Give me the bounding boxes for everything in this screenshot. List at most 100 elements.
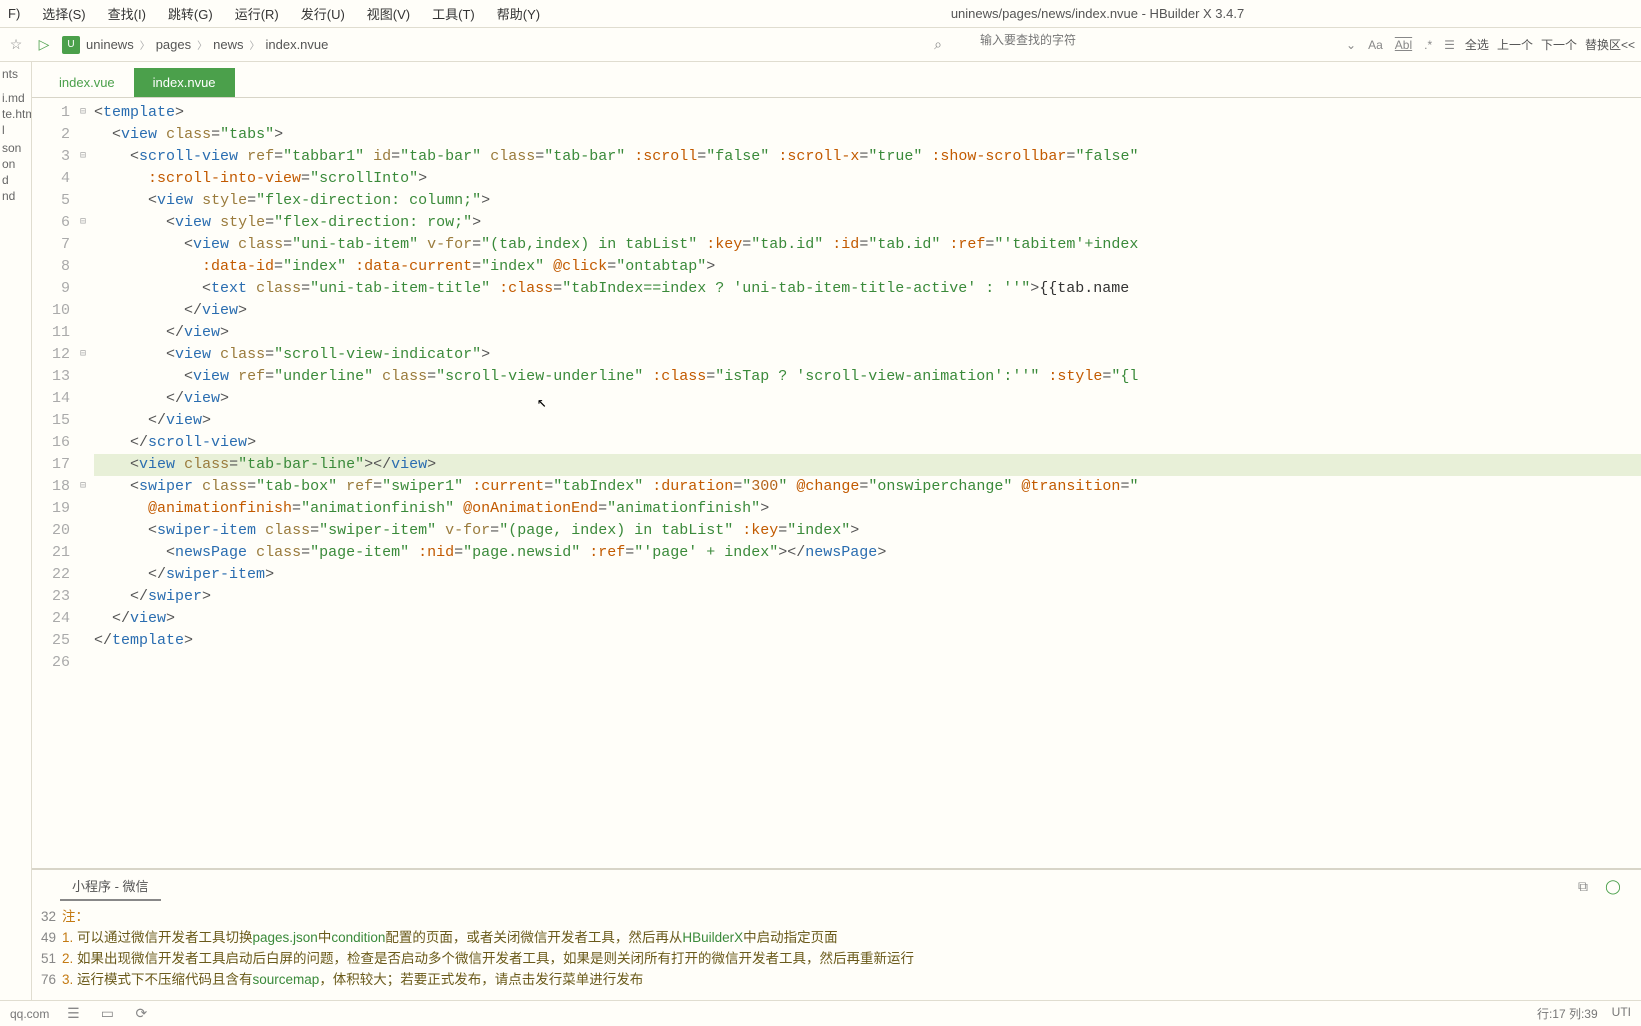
menu-tool[interactable]: 工具(T) bbox=[428, 2, 479, 25]
code-line[interactable]: <scroll-view ref="tabbar1" id="tab-bar" … bbox=[94, 146, 1641, 168]
menu-help[interactable]: 帮助(Y) bbox=[493, 2, 544, 25]
code-line[interactable]: <view class="tabs"> bbox=[94, 124, 1641, 146]
code-line[interactable]: <view style="flex-direction: column;"> bbox=[94, 190, 1641, 212]
fold-toggle[interactable]: ⊟ bbox=[76, 102, 90, 124]
crumb-1[interactable]: pages bbox=[156, 37, 191, 52]
file-explorer[interactable]: nts i.mdte.htmll sonondnd bbox=[0, 62, 32, 1000]
window-title: uninews/pages/news/index.nvue - HBuilder… bbox=[558, 6, 1637, 21]
search-input[interactable] bbox=[980, 33, 1328, 47]
editor-tab[interactable]: index.vue bbox=[40, 68, 134, 97]
crumb-3[interactable]: index.nvue bbox=[265, 37, 328, 52]
console-tab-wechat[interactable]: 小程序 - 微信 bbox=[60, 872, 161, 901]
fold-toggle[interactable]: ⊟ bbox=[76, 146, 90, 168]
code-line[interactable]: <text class="uni-tab-item-title" :class=… bbox=[94, 278, 1641, 300]
breadcrumb: U uninews 〉 pages 〉 news 〉 index.nvue bbox=[62, 36, 328, 54]
toolbar: ☆ ▷ U uninews 〉 pages 〉 news 〉 index.nvu… bbox=[0, 28, 1641, 62]
chevron-down-icon[interactable]: ⌄ bbox=[1344, 38, 1358, 52]
fold-toggle bbox=[76, 520, 90, 542]
code-line[interactable]: <template> bbox=[94, 102, 1641, 124]
code-line[interactable]: <swiper class="tab-box" ref="swiper1" :c… bbox=[94, 476, 1641, 498]
console-line: 32注： bbox=[32, 906, 1631, 927]
play-icon[interactable]: ▷ bbox=[34, 35, 54, 55]
whole-word-toggle[interactable]: Abl bbox=[1393, 38, 1414, 52]
fold-toggle bbox=[76, 432, 90, 454]
menu-publish[interactable]: 发行(U) bbox=[297, 2, 349, 25]
star-icon[interactable]: ☆ bbox=[6, 35, 26, 55]
code-line[interactable]: </swiper-item> bbox=[94, 564, 1641, 586]
fold-toggle bbox=[76, 300, 90, 322]
file-item[interactable]: nd bbox=[2, 188, 29, 204]
chevron-right-icon: 〉 bbox=[197, 37, 207, 52]
copy-icon[interactable]: ⧉ bbox=[1573, 876, 1593, 896]
code-line[interactable]: </view> bbox=[94, 410, 1641, 432]
code-line[interactable]: :scroll-into-view="scrollInto"> bbox=[94, 168, 1641, 190]
crumb-2[interactable]: news bbox=[213, 37, 243, 52]
file-item[interactable]: l bbox=[2, 122, 29, 138]
list-icon[interactable]: ☰ bbox=[1442, 38, 1457, 52]
project-icon: U bbox=[62, 36, 80, 54]
console-output[interactable]: 32注：491. 可以通过微信开发者工具切换pages.json中conditi… bbox=[32, 902, 1641, 1000]
code-line[interactable]: <newsPage class="page-item" :nid="page.n… bbox=[94, 542, 1641, 564]
fold-toggle bbox=[76, 322, 90, 344]
menu-find[interactable]: 查找(I) bbox=[104, 2, 150, 25]
fold-toggle bbox=[76, 190, 90, 212]
code-line[interactable]: </view> bbox=[94, 388, 1641, 410]
menu-view[interactable]: 视图(V) bbox=[363, 2, 414, 25]
next-button[interactable]: 下一个 bbox=[1541, 36, 1577, 53]
fold-toggle bbox=[76, 542, 90, 564]
file-item[interactable]: nts bbox=[2, 66, 29, 82]
menu-select[interactable]: 选择(S) bbox=[38, 2, 89, 25]
file-item[interactable]: on bbox=[2, 156, 29, 172]
code-line[interactable]: </swiper> bbox=[94, 586, 1641, 608]
status-bar: qq.com ☰ ▭ ⟳ 行:17 列:39 UTI bbox=[0, 1000, 1641, 1026]
regex-toggle[interactable]: .* bbox=[1422, 38, 1434, 52]
prev-button[interactable]: 上一个 bbox=[1497, 36, 1533, 53]
fold-toggle bbox=[76, 498, 90, 520]
fold-toggle bbox=[76, 630, 90, 652]
fold-toggle[interactable]: ⊟ bbox=[76, 344, 90, 366]
menu-file[interactable]: F) bbox=[4, 4, 24, 23]
code-line[interactable]: </template> bbox=[94, 630, 1641, 652]
fold-toggle bbox=[76, 256, 90, 278]
code-line[interactable]: <swiper-item class="swiper-item" v-for="… bbox=[94, 520, 1641, 542]
code-line[interactable]: @animationfinish="animationfinish" @onAn… bbox=[94, 498, 1641, 520]
code-content[interactable]: <template> <view class="tabs"> <scroll-v… bbox=[90, 98, 1641, 868]
console-line: 763. 运行模式下不压缩代码且含有sourcemap，体积较大；若要正式发布，… bbox=[32, 969, 1631, 990]
status-icon-3[interactable]: ⟳ bbox=[131, 1004, 151, 1024]
menu-run[interactable]: 运行(R) bbox=[231, 2, 283, 25]
file-item[interactable]: te.html bbox=[2, 106, 29, 122]
editor-tab[interactable]: index.nvue bbox=[134, 68, 235, 97]
search-input-wrap bbox=[956, 33, 1336, 57]
code-line[interactable] bbox=[94, 652, 1641, 674]
fold-toggle[interactable]: ⊟ bbox=[76, 476, 90, 498]
status-icon-1[interactable]: ☰ bbox=[63, 1004, 83, 1024]
code-line[interactable]: <view style="flex-direction: row;"> bbox=[94, 212, 1641, 234]
file-item[interactable]: d bbox=[2, 172, 29, 188]
code-line[interactable]: <view ref="underline" class="scroll-view… bbox=[94, 366, 1641, 388]
console-line: 512. 如果出现微信开发者工具启动后白屏的问题，检查是否启动多个微信开发者工具… bbox=[32, 948, 1631, 969]
replace-toggle[interactable]: 替换区<< bbox=[1585, 36, 1635, 53]
line-gutter: 1234567891011121314151617181920212223242… bbox=[32, 98, 76, 868]
stop-icon[interactable]: ◯ bbox=[1603, 876, 1623, 896]
code-line[interactable]: :data-id="index" :data-current="index" @… bbox=[94, 256, 1641, 278]
status-icon-2[interactable]: ▭ bbox=[97, 1004, 117, 1024]
fold-toggle[interactable]: ⊟ bbox=[76, 212, 90, 234]
status-line-col: 行:17 列:39 bbox=[1537, 1005, 1598, 1022]
code-line[interactable]: </view> bbox=[94, 300, 1641, 322]
editor-area: index.vueindex.nvue 12345678910111213141… bbox=[32, 62, 1641, 1000]
file-item[interactable]: i.md bbox=[2, 90, 29, 106]
code-line[interactable]: </view> bbox=[94, 608, 1641, 630]
chevron-right-icon: 〉 bbox=[140, 37, 150, 52]
search-icon[interactable]: ⌕ bbox=[928, 35, 948, 55]
menu-goto[interactable]: 跳转(G) bbox=[164, 2, 217, 25]
code-line[interactable]: </view> bbox=[94, 322, 1641, 344]
match-case-toggle[interactable]: Aa bbox=[1366, 38, 1385, 52]
code-editor[interactable]: 1234567891011121314151617181920212223242… bbox=[32, 98, 1641, 868]
code-line[interactable]: <view class="scroll-view-indicator"> bbox=[94, 344, 1641, 366]
code-line[interactable]: <view class="tab-bar-line"></view> bbox=[94, 454, 1641, 476]
code-line[interactable]: </scroll-view> bbox=[94, 432, 1641, 454]
code-line[interactable]: <view class="uni-tab-item" v-for="(tab,i… bbox=[94, 234, 1641, 256]
crumb-0[interactable]: uninews bbox=[86, 37, 134, 52]
file-item[interactable]: son bbox=[2, 140, 29, 156]
select-all-button[interactable]: 全选 bbox=[1465, 36, 1489, 53]
